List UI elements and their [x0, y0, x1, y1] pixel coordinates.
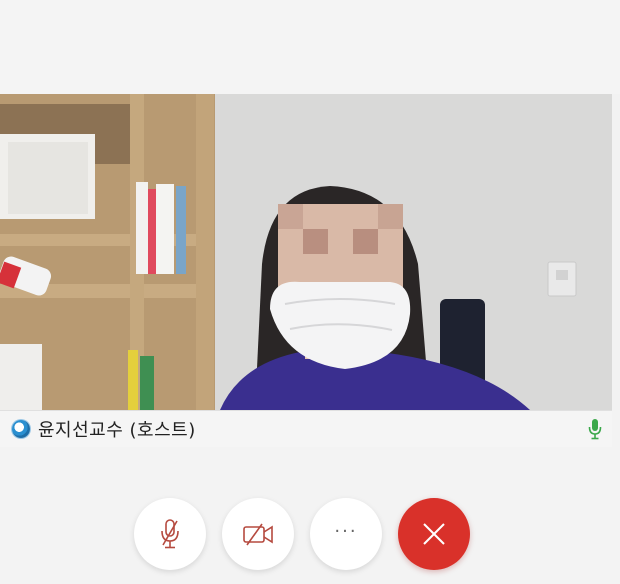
- status-dot-icon: [12, 420, 30, 438]
- participant-name: 윤지선교수 (호스트): [38, 420, 196, 441]
- microphone-icon: [588, 419, 602, 440]
- participant-name-bar: 윤지선교수 (호스트): [0, 410, 612, 447]
- microphone-muted-icon: [161, 519, 179, 549]
- camera-off-icon: [243, 523, 273, 546]
- more-icon: ···: [334, 520, 358, 542]
- end-call-button[interactable]: [398, 498, 470, 570]
- video-edge: [612, 94, 620, 410]
- top-bar: [0, 0, 620, 94]
- close-icon: [423, 523, 445, 545]
- more-button[interactable]: ···: [310, 498, 382, 570]
- call-controls: ···: [0, 490, 620, 580]
- video-feed: [0, 94, 612, 410]
- mute-button[interactable]: [134, 498, 206, 570]
- camera-button[interactable]: [222, 498, 294, 570]
